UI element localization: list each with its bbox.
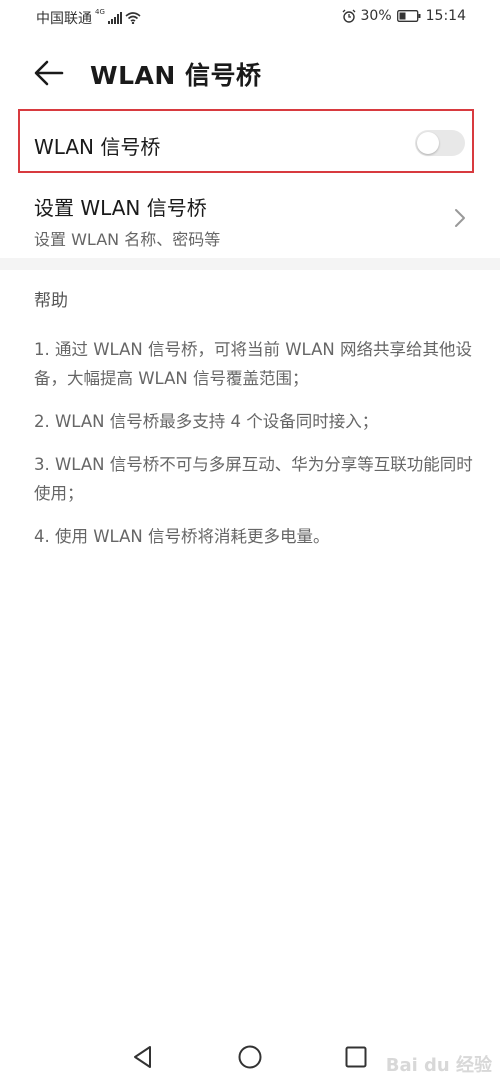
wlan-bridge-switch[interactable] xyxy=(415,130,465,156)
wlan-bridge-toggle-row[interactable]: WLAN 信号桥 xyxy=(18,109,474,173)
nav-recent-button[interactable] xyxy=(343,1044,369,1070)
wifi-icon xyxy=(125,12,141,24)
toggle-label: WLAN 信号桥 xyxy=(34,135,161,159)
help-section: 帮助 1. 通过 WLAN 信号桥，可将当前 WLAN 网络共享给其他设备，大幅… xyxy=(34,286,474,565)
settings-title: 设置 WLAN 信号桥 xyxy=(34,196,207,220)
back-button[interactable] xyxy=(32,58,66,88)
help-item: 4. 使用 WLAN 信号桥将消耗更多电量。 xyxy=(34,527,330,546)
app-header: WLAN 信号桥 xyxy=(0,50,500,98)
back-arrow-icon xyxy=(34,60,64,86)
help-item: 1. 通过 WLAN 信号桥，可将当前 WLAN 网络共享给其他设备，大幅提高 … xyxy=(34,340,472,388)
clock-time: 15:14 xyxy=(425,8,466,24)
triangle-back-icon xyxy=(134,1046,151,1068)
help-item: 2. WLAN 信号桥最多支持 4 个设备同时接入； xyxy=(34,412,379,431)
chevron-right-icon xyxy=(455,209,465,227)
switch-knob xyxy=(417,132,439,154)
circle-home-icon xyxy=(238,1045,262,1069)
settings-subtitle: 设置 WLAN 名称、密码等 xyxy=(34,230,221,249)
alarm-icon xyxy=(342,9,356,23)
help-item: 3. WLAN 信号桥不可与多屏互动、华为分享等互联功能同时使用； xyxy=(34,455,473,503)
network-type: 4G xyxy=(95,8,105,16)
watermark: Bai du 经验 xyxy=(385,1055,492,1076)
nav-back-button[interactable] xyxy=(130,1044,156,1070)
nav-home-button[interactable] xyxy=(237,1044,263,1070)
status-right: 30% 15:14 xyxy=(342,8,466,24)
battery-icon xyxy=(396,10,421,22)
square-recent-icon xyxy=(345,1046,367,1068)
carrier-name: 中国联通 xyxy=(36,11,92,27)
screen: 中国联通 4G 30% 15:14 WLAN 信号桥 WLAN 信号桥 设置 W… xyxy=(0,0,500,1083)
battery-percent: 30% xyxy=(360,8,392,24)
help-heading: 帮助 xyxy=(34,291,68,311)
signal-icon xyxy=(107,12,122,24)
status-left: 中国联通 4G xyxy=(36,8,141,28)
status-bar: 中国联通 4G 30% 15:14 xyxy=(0,0,500,36)
section-divider xyxy=(0,258,500,270)
page-title: WLAN 信号桥 xyxy=(90,61,262,90)
wlan-bridge-settings-row[interactable]: 设置 WLAN 信号桥 设置 WLAN 名称、密码等 xyxy=(0,180,500,256)
